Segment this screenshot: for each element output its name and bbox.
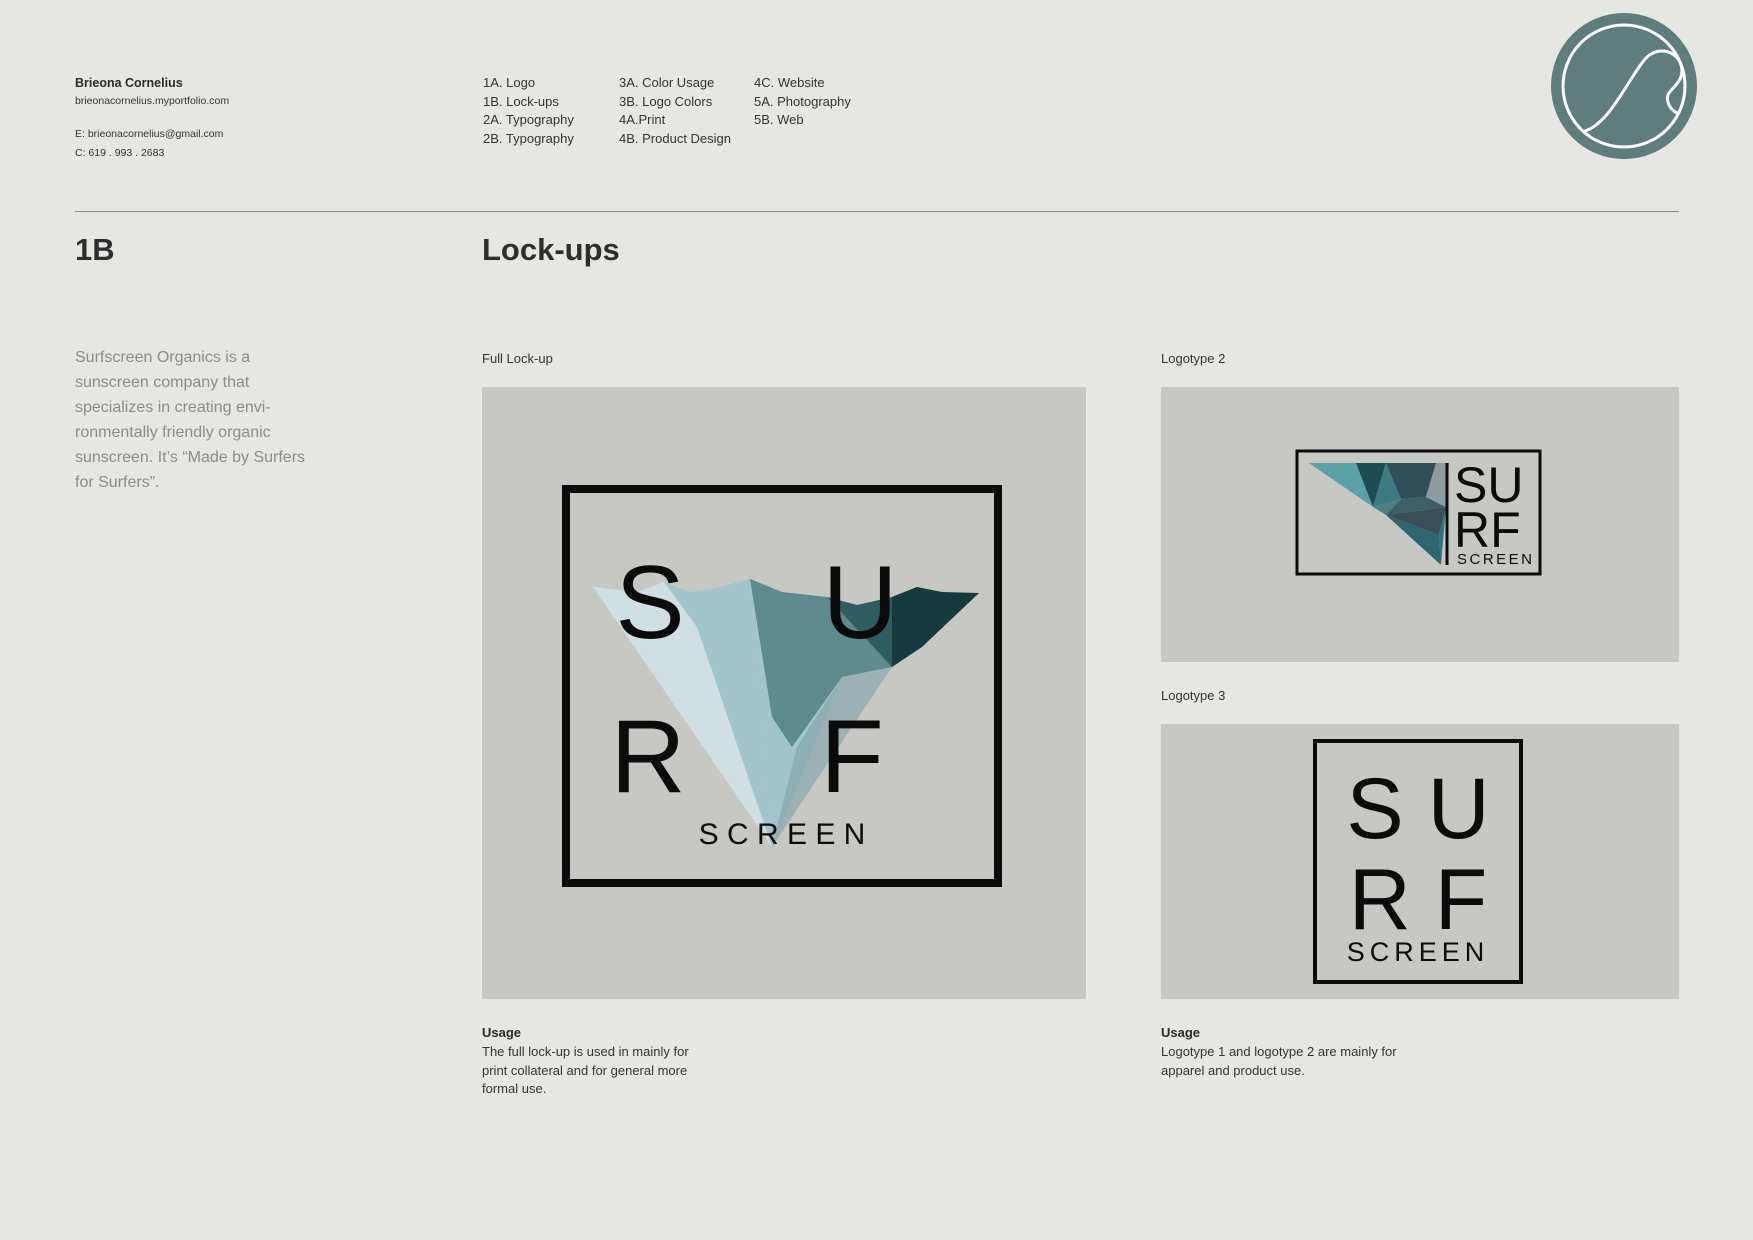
logo-subtitle: SCREEN [1457, 551, 1535, 568]
nav-item-1a-logo[interactable]: 1A. Logo [483, 74, 574, 93]
surfscreen-logotype-3: S U R F SCREEN [1313, 739, 1523, 984]
nav-item-1b-lockups[interactable]: 1B. Lock-ups [483, 93, 574, 112]
logo-letter-r: R [610, 699, 685, 815]
wave-icon [1551, 13, 1697, 159]
usage-text-logotypes: Logotype 1 and logotype 2 are mainly for… [1161, 1044, 1397, 1078]
logotype-3-panel: S U R F SCREEN [1161, 724, 1679, 999]
nav-item-5b-web[interactable]: 5B. Web [754, 111, 851, 130]
nav-item-5a-photography[interactable]: 5A. Photography [754, 93, 851, 112]
surfscreen-logotype-2: SU RF SCREEN [1295, 449, 1542, 576]
nav-item-4b-product-design[interactable]: 4B. Product Design [619, 130, 731, 149]
nav-item-4a-print[interactable]: 4A.Print [619, 111, 731, 130]
usage-heading-full: Usage [482, 1025, 522, 1040]
logo-letter-s: S [615, 545, 684, 661]
section-description: Surfscreen Organics is a sunscreen compa… [75, 349, 306, 491]
logo-subtitle: SCREEN [1347, 937, 1490, 967]
contact-email[interactable]: E: brieonacornelius@gmail.com [75, 128, 223, 140]
contact-phone: C: 619 . 993 . 2683 [75, 147, 165, 159]
portfolio-website-link[interactable]: brieonacornelius.myportfolio.com [75, 95, 229, 107]
nav-item-2b-typography[interactable]: 2B. Typography [483, 130, 574, 149]
section-number: 1B [75, 232, 115, 267]
section-title: Lock-ups [482, 232, 620, 267]
nav-column-2: 3A. Color Usage 3B. Logo Colors 4A.Print… [619, 74, 731, 148]
logo-text-line1: S U [1346, 761, 1489, 857]
nav-item-4c-website[interactable]: 4C. Website [754, 74, 851, 93]
brand-badge [1551, 13, 1697, 159]
designer-name: Brieona Cornelius [75, 76, 183, 90]
logotype-2-label: Logotype 2 [1161, 351, 1226, 366]
nav-item-3a-color-usage[interactable]: 3A. Color Usage [619, 74, 731, 93]
logo-text-line2: RF [1454, 502, 1521, 558]
nav-item-2a-typography[interactable]: 2A. Typography [483, 111, 574, 130]
full-lockup-panel: S U R F S C R E E N [482, 387, 1086, 999]
full-lockup-label: Full Lock-up [482, 351, 553, 366]
usage-text-full: The full lock-up is used in mainly for p… [482, 1044, 689, 1096]
logo-wave-shape [892, 587, 979, 667]
logotype-3-label: Logotype 3 [1161, 688, 1226, 703]
nav-column-1: 1A. Logo 1B. Lock-ups 2A. Typography 2B.… [483, 74, 574, 148]
logo-subtitle: S C R E E N [699, 818, 866, 851]
nav-item-3b-logo-colors[interactable]: 3B. Logo Colors [619, 93, 731, 112]
usage-heading-logotypes: Usage [1161, 1025, 1201, 1040]
logo-letter-f: F [820, 699, 884, 815]
logo-letter-u: U [822, 545, 897, 661]
header-divider [75, 211, 1679, 212]
nav-column-3: 4C. Website 5A. Photography 5B. Web [754, 74, 851, 130]
surfscreen-full-logo: S U R F S C R E E N [562, 485, 1002, 887]
logotype-2-panel: SU RF SCREEN [1161, 387, 1679, 662]
logo-text-line2: R F [1349, 852, 1488, 948]
